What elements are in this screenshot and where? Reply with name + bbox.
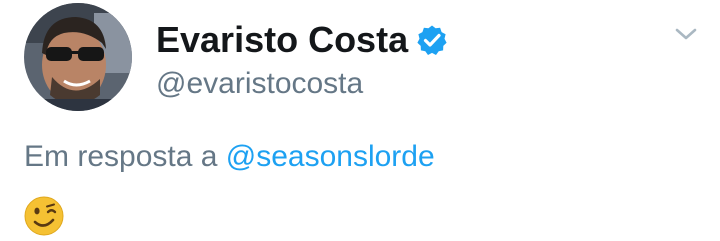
author-handle[interactable]: @evaristocosta: [156, 66, 363, 102]
reply-context: Em resposta a @seasonslorde: [24, 138, 435, 176]
reply-prefix: Em resposta a: [24, 140, 218, 173]
avatar[interactable]: [24, 3, 132, 111]
reply-mention-link[interactable]: @seasonslorde: [226, 140, 435, 173]
chevron-down-icon[interactable]: [674, 22, 698, 46]
author-name-row[interactable]: Evaristo Costa: [156, 18, 448, 62]
avatar-photo-icon: [24, 3, 132, 111]
verified-badge-icon: [416, 24, 448, 56]
tweet-card: Evaristo Costa @evaristocosta Em respost…: [0, 0, 720, 240]
winking-face-emoji-icon: [24, 196, 64, 236]
author-display-name[interactable]: Evaristo Costa: [156, 18, 408, 62]
